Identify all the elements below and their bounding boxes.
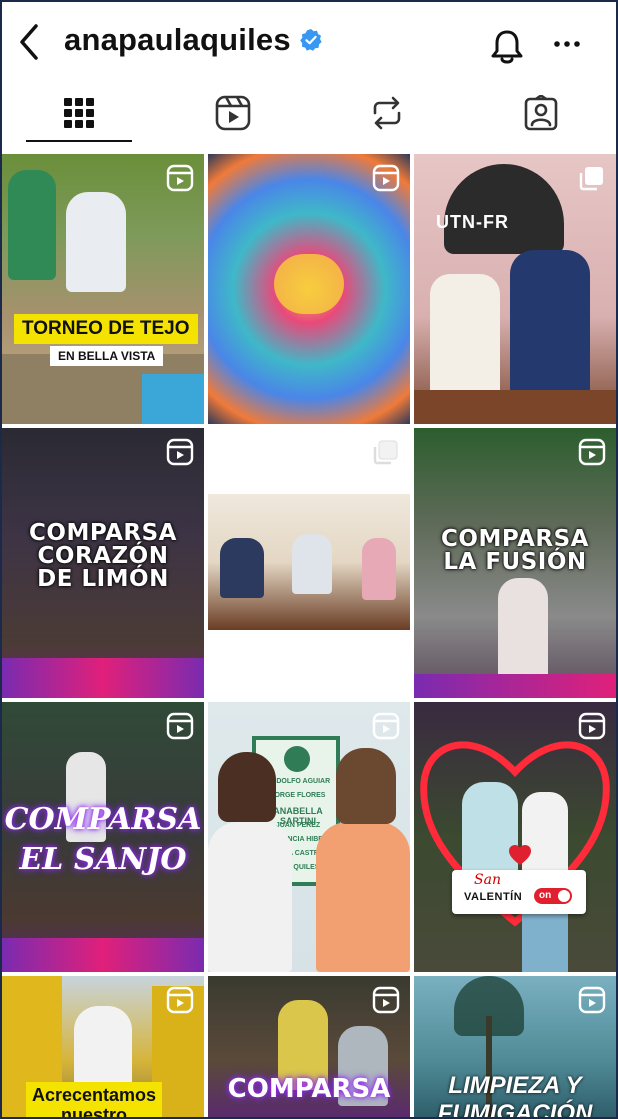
valentine-card: San VALENTÍN on xyxy=(452,870,586,914)
post-caption-line1: LIMPIEZA Y xyxy=(448,1072,582,1099)
username-text: anapaulaquiles xyxy=(64,22,291,57)
grid-post-3[interactable]: UTN-FR xyxy=(414,154,616,424)
post-caption-line2: FUMIGACIÓN xyxy=(437,1100,593,1117)
post-caption: Acrecentamos nuestro xyxy=(26,1082,163,1117)
grid-post-7[interactable]: COMPARSA EL SANJO xyxy=(2,702,204,972)
valentine-big-text: VALENTÍN xyxy=(464,891,523,903)
grid-icon xyxy=(64,98,94,128)
sign-text: UTN-FR xyxy=(436,212,509,232)
grid-post-11[interactable]: COMPARSA xyxy=(208,976,410,1117)
profile-screen: anapaulaquiles TORNEO DE TEJO EN BELLA V… xyxy=(2,2,616,1117)
grid-post-1[interactable]: TORNEO DE TEJO EN BELLA VISTA xyxy=(2,154,204,424)
bell-icon[interactable] xyxy=(490,28,524,66)
toggle-label: on xyxy=(539,890,552,901)
reel-badge-icon xyxy=(372,712,400,740)
more-dots-icon[interactable] xyxy=(550,34,584,54)
post-caption: COMPARSA xyxy=(4,802,202,837)
back-chevron-icon[interactable] xyxy=(14,22,44,62)
grid-post-4[interactable]: COMPARSA CORAZÓN DE LIMÓN xyxy=(2,428,204,698)
carousel-badge-icon xyxy=(373,440,398,465)
heart-icon xyxy=(509,845,531,865)
reel-badge-icon xyxy=(166,164,194,192)
profile-username: anapaulaquiles xyxy=(64,22,323,58)
post-caption: LIMPIEZA Y FUMIGACIÓN xyxy=(414,1072,616,1117)
grid-post-8[interactable]: RODOLFO AGUIAR JORGE FLORES ANABELLA SAR… xyxy=(208,702,410,972)
reel-badge-icon xyxy=(166,712,194,740)
tab-tagged[interactable] xyxy=(464,84,616,142)
valentine-small-text: San xyxy=(474,872,501,888)
repost-icon xyxy=(373,96,401,130)
carousel-badge-icon xyxy=(579,167,603,191)
profile-header: anapaulaquiles xyxy=(2,2,616,84)
reel-badge-icon xyxy=(372,986,400,1014)
post-subcaption: EN BELLA VISTA xyxy=(50,346,164,366)
profile-tabs xyxy=(2,84,616,142)
reel-badge-icon xyxy=(578,712,606,740)
verified-badge-icon xyxy=(299,29,322,51)
post-caption-line2: LA FUSIÓN xyxy=(443,549,587,575)
post-caption-line2: EL SANJO xyxy=(19,842,187,877)
tab-posts-grid[interactable] xyxy=(2,84,156,142)
post-caption: COMPARSA xyxy=(227,1074,391,1104)
tagged-person-icon xyxy=(524,95,558,131)
valentine-toggle: on xyxy=(534,888,572,904)
post-caption-line2: nuestro xyxy=(61,1105,128,1117)
reel-badge-icon xyxy=(166,986,194,1014)
grid-post-9[interactable]: San VALENTÍN on xyxy=(414,702,616,972)
post-caption-line3: DE LIMÓN xyxy=(37,566,169,592)
tab-reposts[interactable] xyxy=(310,84,464,142)
reel-badge-icon xyxy=(166,438,194,466)
post-caption: COMPARSA xyxy=(441,526,589,552)
post-caption-line1: Acrecentamos xyxy=(32,1085,157,1105)
reel-badge-icon xyxy=(578,986,606,1014)
post-caption: TORNEO DE TEJO xyxy=(14,314,198,344)
reel-badge-icon xyxy=(578,438,606,466)
post-caption: COMPARSA xyxy=(29,520,177,546)
grid-post-12[interactable]: LIMPIEZA Y FUMIGACIÓN xyxy=(414,976,616,1117)
reels-icon xyxy=(215,95,251,131)
grid-post-6[interactable]: COMPARSA LA FUSIÓN xyxy=(414,428,616,698)
post-caption-line2: CORAZÓN xyxy=(37,543,169,569)
grid-post-2[interactable] xyxy=(208,154,410,424)
nameplate-logo xyxy=(284,746,310,772)
grid-post-10[interactable]: Acrecentamos nuestro xyxy=(2,976,204,1117)
tab-reels[interactable] xyxy=(156,84,310,142)
reel-badge-icon xyxy=(372,164,400,192)
grid-post-5[interactable] xyxy=(208,428,410,698)
